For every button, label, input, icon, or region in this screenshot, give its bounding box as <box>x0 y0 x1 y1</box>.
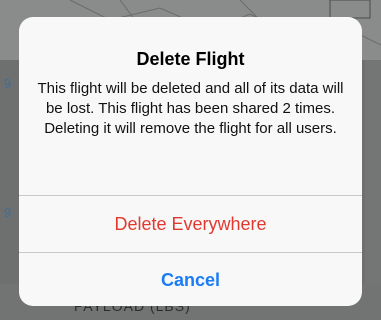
background-edge-mark: 9 <box>4 205 12 220</box>
alert-message: This flight will be deleted and all of i… <box>37 80 344 137</box>
alert-content: Delete Flight This flight will be delete… <box>19 17 362 191</box>
alert-dialog: Delete Flight This flight will be delete… <box>19 17 362 306</box>
alert-title: Delete Flight <box>136 49 245 69</box>
background-panel <box>365 60 381 290</box>
app-screen: 9 9 PAYLOAD (LBS) Delete Flight This fli… <box>0 0 381 320</box>
delete-everywhere-button[interactable]: Delete Everywhere <box>19 196 362 253</box>
background-edge-mark: 9 <box>4 76 12 91</box>
cancel-button[interactable]: Cancel <box>19 252 362 306</box>
